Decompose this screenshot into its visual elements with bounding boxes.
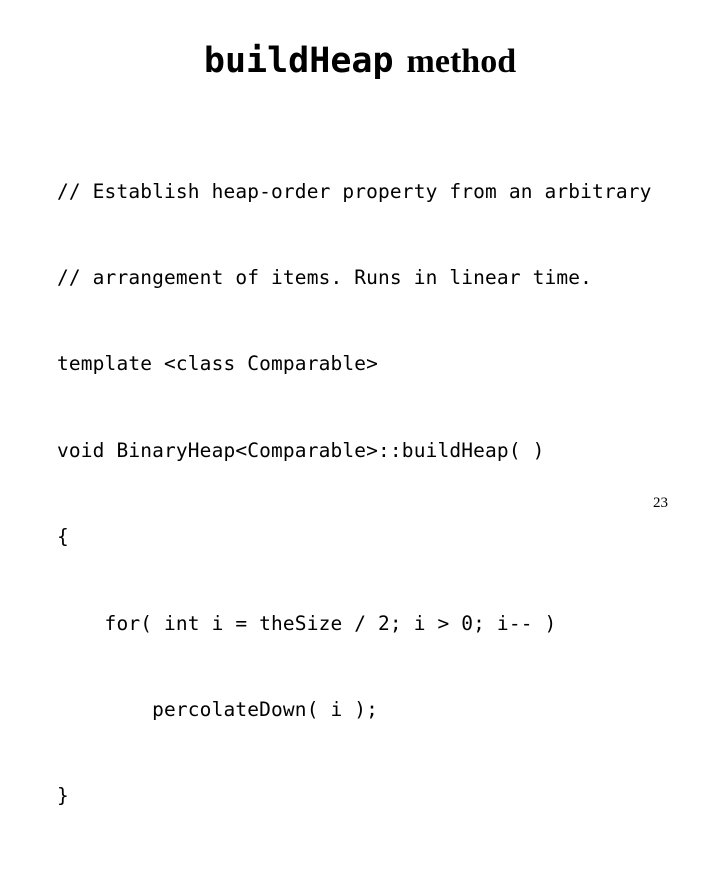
code-line: } bbox=[57, 784, 69, 808]
code-line: // Establish heap-order property from an… bbox=[57, 179, 652, 203]
page-title-suffix: method bbox=[406, 43, 517, 80]
page-title-code-term: buildHeap bbox=[203, 41, 394, 81]
code-line: { bbox=[57, 525, 69, 549]
slide-canvas: buildHeap method // Establish heap-order … bbox=[0, 0, 720, 807]
code-line: // arrangement of items. Runs in linear … bbox=[57, 265, 593, 289]
page-title: buildHeap method bbox=[0, 44, 720, 79]
code-line: void BinaryHeap<Comparable>::buildHeap( … bbox=[57, 438, 545, 462]
code-block: // Establish heap-order property from an… bbox=[57, 120, 697, 869]
page-number: 23 bbox=[653, 495, 668, 511]
code-line: for( int i = theSize / 2; i > 0; i-- ) bbox=[57, 611, 557, 635]
code-line: percolateDown( i ); bbox=[57, 697, 379, 721]
code-line: template <class Comparable> bbox=[57, 352, 379, 376]
